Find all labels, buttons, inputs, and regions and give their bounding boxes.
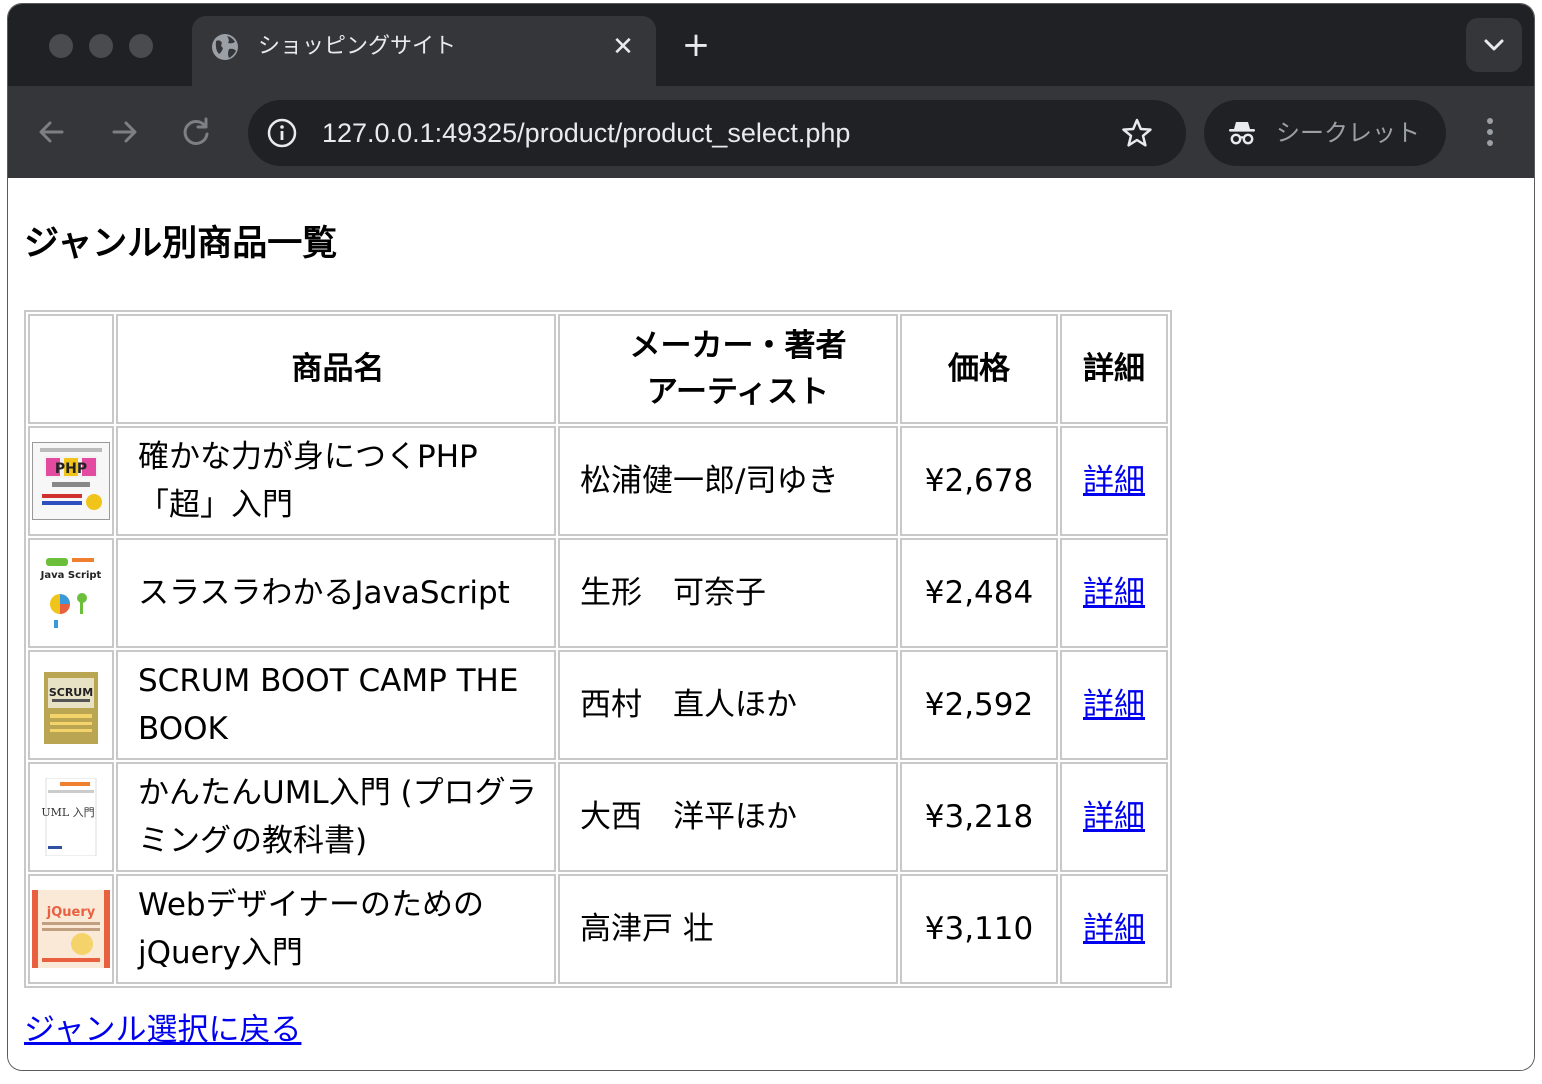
product-price: ¥2,592 — [900, 650, 1058, 760]
detail-link[interactable]: 詳細 — [1083, 575, 1145, 611]
tab-strip: ショッピングサイト ✕ + — [8, 4, 1534, 86]
bookmark-star-icon[interactable] — [1120, 116, 1154, 150]
product-maker: 大西 洋平ほか — [558, 762, 898, 872]
product-maker: 高津戸 壮 — [558, 874, 898, 984]
detail-link[interactable]: 詳細 — [1083, 911, 1145, 947]
detail-link[interactable]: 詳細 — [1083, 463, 1145, 499]
column-header-maker-line2: アーティスト — [646, 374, 830, 410]
book-cover-image[interactable]: jQuery — [32, 890, 110, 968]
product-price: ¥2,484 — [900, 538, 1058, 648]
product-image-cell: jQuery — [28, 874, 114, 984]
column-header-price: 価格 — [900, 314, 1058, 424]
browser-toolbar: 127.0.0.1:49325/product/product_select.p… — [8, 86, 1534, 178]
new-tab-icon[interactable]: + — [678, 28, 714, 64]
incognito-label: シークレット — [1276, 119, 1420, 147]
product-image-cell: Java Script — [28, 538, 114, 648]
table-row: Java Script スラスラわかるJavaScript 生形 可奈子 ¥2,… — [28, 538, 1168, 648]
active-tab[interactable]: ショッピングサイト ✕ — [192, 16, 656, 86]
book-cover-image[interactable]: UML 入門 — [32, 778, 110, 856]
maximize-window-button[interactable] — [129, 34, 153, 58]
tab-title: ショッピングサイト — [258, 34, 457, 59]
cover-text: SCRUM — [49, 686, 93, 699]
column-header-name: 商品名 — [116, 314, 556, 424]
cover-text: jQuery — [46, 905, 96, 920]
globe-icon — [212, 34, 238, 60]
product-image-cell: PHP — [28, 426, 114, 536]
product-name: SCRUM BOOT CAMP THE BOOK — [116, 650, 556, 760]
column-header-image — [28, 314, 114, 424]
product-name: Webデザイナーのための jQuery入門 — [116, 874, 556, 984]
product-name: スラスラわかるJavaScript — [116, 538, 556, 648]
incognito-icon — [1229, 122, 1255, 145]
table-row: jQuery Webデザイナーのための jQuery入門 高津戸 壮 ¥3,11… — [28, 874, 1168, 984]
table-row: UML 入門 かんたんUML入門 (プログラミングの教科書) 大西 洋平ほか ¥… — [28, 762, 1168, 872]
browser-window: ショッピングサイト ✕ + 127.0.0.1:49325/product/pr… — [8, 4, 1534, 1070]
detail-cell: 詳細 — [1060, 538, 1168, 648]
column-header-detail: 詳細 — [1060, 314, 1168, 424]
column-header-maker-line1: メーカー・著者 — [629, 328, 847, 364]
minimize-window-button[interactable] — [89, 34, 113, 58]
product-name: 確かな力が身につくPHP「超」入門 — [116, 426, 556, 536]
product-price: ¥3,110 — [900, 874, 1058, 984]
book-cover-image[interactable]: PHP — [32, 442, 110, 520]
table-row: PHP 確かな力が身につくPHP「超」入門 松浦健一郎/司ゆき ¥2,678 詳… — [28, 426, 1168, 536]
page-title: ジャンル別商品一覧 — [24, 224, 338, 264]
product-image-cell: UML 入門 — [28, 762, 114, 872]
browser-menu-icon[interactable] — [1476, 114, 1504, 154]
column-header-maker: メーカー・著者 アーティスト — [558, 314, 898, 424]
table-row: SCRUM SCRUM BOOT CAMP THE BOOK 西村 直人ほか ¥… — [28, 650, 1168, 760]
incognito-indicator[interactable]: シークレット — [1204, 100, 1446, 166]
back-arrow-icon[interactable] — [32, 112, 72, 152]
detail-link[interactable]: 詳細 — [1083, 799, 1145, 835]
tab-search-button[interactable] — [1466, 18, 1522, 72]
product-price: ¥2,678 — [900, 426, 1058, 536]
cover-text: PHP — [55, 461, 87, 477]
product-maker: 松浦健一郎/司ゆき — [558, 426, 898, 536]
product-name: かんたんUML入門 (プログラミングの教科書) — [116, 762, 556, 872]
detail-cell: 詳細 — [1060, 874, 1168, 984]
book-cover-image[interactable]: SCRUM — [32, 666, 110, 744]
cover-text: UML 入門 — [41, 806, 94, 819]
detail-cell: 詳細 — [1060, 650, 1168, 760]
product-price: ¥3,218 — [900, 762, 1058, 872]
product-image-cell: SCRUM — [28, 650, 114, 760]
product-table: 商品名 メーカー・著者 アーティスト 価格 詳細 PHP 確かな力が身につくPH… — [24, 310, 1172, 988]
book-cover-image[interactable]: Java Script — [32, 554, 110, 632]
tab-close-icon[interactable]: ✕ — [608, 32, 638, 62]
product-maker: 西村 直人ほか — [558, 650, 898, 760]
close-window-button[interactable] — [49, 34, 73, 58]
cover-text: Java Script — [40, 570, 102, 581]
site-info-icon[interactable] — [266, 117, 298, 149]
table-header-row: 商品名 メーカー・著者 アーティスト 価格 詳細 — [28, 314, 1168, 424]
chevron-down-icon — [1484, 39, 1504, 51]
back-to-genre-link[interactable]: ジャンル選択に戻る — [24, 1010, 301, 1050]
reload-icon[interactable] — [176, 112, 216, 152]
detail-link[interactable]: 詳細 — [1083, 687, 1145, 723]
url-text[interactable]: 127.0.0.1:49325/product/product_select.p… — [322, 115, 850, 151]
forward-arrow-icon[interactable] — [104, 112, 144, 152]
detail-cell: 詳細 — [1060, 762, 1168, 872]
page-content: ジャンル別商品一覧 商品名 メーカー・著者 アーティスト 価格 詳細 PHP 確… — [8, 178, 1534, 1070]
address-bar[interactable]: 127.0.0.1:49325/product/product_select.p… — [248, 100, 1186, 166]
detail-cell: 詳細 — [1060, 426, 1168, 536]
product-maker: 生形 可奈子 — [558, 538, 898, 648]
